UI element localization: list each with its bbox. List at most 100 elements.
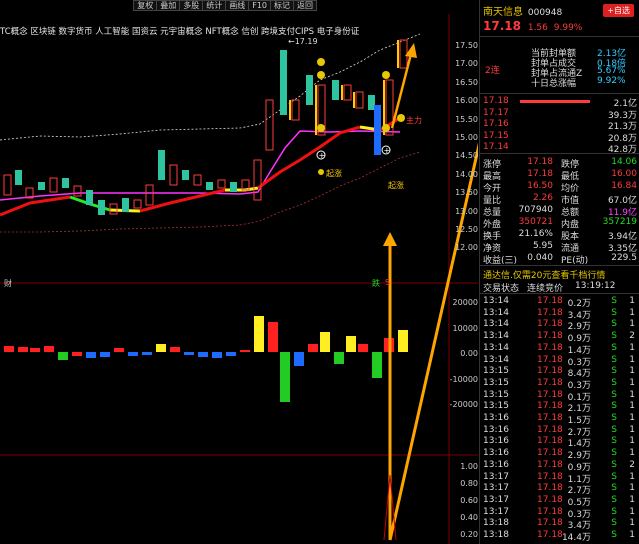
candle-3 xyxy=(38,182,45,190)
price-change: 1.56 xyxy=(527,23,548,33)
candle-27 xyxy=(332,80,339,100)
qizhang-coin-icon xyxy=(318,169,324,175)
candle-22 xyxy=(265,99,274,151)
quote-row-0: 涨停 17.18 跌停 14.06 xyxy=(483,157,637,170)
ind-axis-tick-3: 0.40 xyxy=(460,513,478,522)
coin-icon-6 xyxy=(382,124,390,132)
quote-row-6: 换手 21.16% 股本 3.94亿 xyxy=(483,229,637,242)
candle-25 xyxy=(306,75,313,105)
kline-svg: + + xyxy=(0,14,478,544)
tick-row-3: 13:14 17.18 0.9万 S 2 xyxy=(483,331,635,345)
price-axis-tick-8: 13.50 xyxy=(455,188,478,198)
s-label: S xyxy=(385,278,391,287)
candle-14 xyxy=(169,164,178,186)
candle-16 xyxy=(193,174,202,186)
volume-bar-21 xyxy=(294,352,304,366)
volume-bar-19 xyxy=(268,322,278,352)
volume-bar-29 xyxy=(398,330,408,352)
price-axis-tick-6: 14.50 xyxy=(455,151,478,161)
quote-row-2: 今开 16.50 均价 16.84 xyxy=(483,181,637,194)
volume-bar-17 xyxy=(240,350,250,352)
volume-bar-23 xyxy=(320,332,330,352)
promo-banner[interactable]: 通达信.仅需20元查看千档行情 xyxy=(483,268,637,281)
candle-yellow-edge-33 xyxy=(397,40,399,68)
vol-axis-tick-1: 10000 xyxy=(452,323,478,333)
plus-glyph-2: + xyxy=(384,146,391,155)
orderbook-row-1: 17.17 39.3万 xyxy=(483,107,637,121)
volume-bar-22 xyxy=(308,344,318,352)
tick-row-4: 13:14 17.18 1.4万 S 1 xyxy=(483,342,635,356)
tick-row-10: 13:16 17.18 1.5万 S 1 xyxy=(483,413,635,426)
tick-row-6: 13:15 17.18 8.4万 S 1 xyxy=(483,366,635,380)
ind-axis-tick-2: 0.60 xyxy=(460,496,478,505)
kline-chart-area[interactable]: 复权 叠加 多股 统计 画线 F10 标记 返回 TC概念 区块链 数字货币 人工智能 国资云… xyxy=(0,0,478,544)
candle-15 xyxy=(182,170,189,180)
candle-33 xyxy=(399,39,408,69)
trade-status: 交易状态 连续竞价 13:19:12 xyxy=(483,281,637,294)
volume-bar-9 xyxy=(128,352,138,356)
qizhang-label-1: 起涨 xyxy=(326,169,342,178)
die-label: 跌 xyxy=(372,279,380,288)
quote-row-1: 最高 17.18 最低 16.00 xyxy=(483,169,637,182)
tick-row-8: 13:15 17.18 0.1万 S 1 xyxy=(483,389,635,403)
volume-bar-8 xyxy=(114,348,124,352)
candle-12 xyxy=(145,184,154,206)
coin-icon-3 xyxy=(382,71,390,79)
candle-31 xyxy=(374,105,381,155)
candle-13 xyxy=(158,150,165,180)
candle-24 xyxy=(291,99,300,121)
price-axis-tick-11: 12.00 xyxy=(455,243,478,253)
volume-bar-6 xyxy=(86,352,96,358)
volume-bar-7 xyxy=(100,352,110,357)
candle-17 xyxy=(206,182,213,190)
price-axis-tick-4: 15.50 xyxy=(455,114,478,124)
volume-bar-24 xyxy=(334,352,344,364)
price-axis-tick-3: 16.00 xyxy=(455,96,478,106)
vol-axis-tick-4: -20000 xyxy=(449,400,478,409)
candle-10 xyxy=(122,198,129,212)
quote-row-5: 外盘 350721 内盘 357219 xyxy=(483,217,637,230)
tick-row-15: 13:17 17.18 1.1万 S 1 xyxy=(483,471,635,485)
tick-row-16: 13:17 17.18 2.7万 S 1 xyxy=(483,483,635,497)
boll-lower-line xyxy=(0,151,421,233)
orderbook-row-4: 17.14 42.8万 xyxy=(483,142,637,155)
candle-0 xyxy=(3,174,12,196)
price-axis-tick-0: 17.50 xyxy=(455,41,478,50)
tick-row-9: 13:15 17.18 2.1万 S 1 xyxy=(483,401,635,415)
coin-icon-1 xyxy=(317,58,325,66)
candle-18 xyxy=(217,179,226,189)
tick-row-18: 13:17 17.18 0.3万 S 1 xyxy=(483,506,635,520)
candle-6 xyxy=(73,185,82,197)
volume-bar-0 xyxy=(4,346,14,352)
coin-icon-5 xyxy=(317,124,325,132)
candle-19 xyxy=(230,182,237,192)
tick-row-17: 13:17 17.18 0.5万 S 1 xyxy=(483,494,635,508)
volume-bar-5 xyxy=(72,352,82,356)
tick-row-0: 13:14 17.18 0.2万 S 1 xyxy=(483,296,635,309)
candle-yellow-edge-28 xyxy=(341,85,343,100)
candle-21 xyxy=(253,159,262,201)
candle-30 xyxy=(368,95,375,110)
candle-yellow-edge-26 xyxy=(315,85,317,135)
candle-5 xyxy=(62,178,69,188)
quote-row-3: 量比 2.26 市值 67.0亿 xyxy=(483,193,637,206)
add-watchlist-button[interactable]: +自选 xyxy=(603,4,634,17)
tick-row-7: 13:15 17.18 0.3万 S 1 xyxy=(483,377,635,391)
tick-row-5: 13:14 17.18 0.3万 S 1 xyxy=(483,354,635,368)
price-pct: 9.99% xyxy=(553,23,583,33)
cai-label: 财 xyxy=(4,279,12,288)
candle-8 xyxy=(98,200,105,215)
quote-row-7: 净资 5.95 流通 3.35亿 xyxy=(483,241,637,254)
price-axis-tick-7: 14.00 xyxy=(455,169,478,179)
price-line: 17.18 1.56 9.99% xyxy=(483,19,582,33)
qizhang-label-2: 起涨 xyxy=(388,181,404,190)
bid-volume-bar xyxy=(520,100,590,103)
ind-axis-tick-4: 0.20 xyxy=(460,530,478,539)
volume-bar-27 xyxy=(372,352,382,378)
volume-bar-1 xyxy=(18,347,28,352)
volume-bar-20 xyxy=(280,352,290,402)
tick-row-1: 13:14 17.18 3.4万 S 1 xyxy=(483,307,635,321)
volume-bar-13 xyxy=(184,352,194,355)
candlestick-group xyxy=(3,39,408,215)
orange-arrow-head-1 xyxy=(383,232,397,246)
